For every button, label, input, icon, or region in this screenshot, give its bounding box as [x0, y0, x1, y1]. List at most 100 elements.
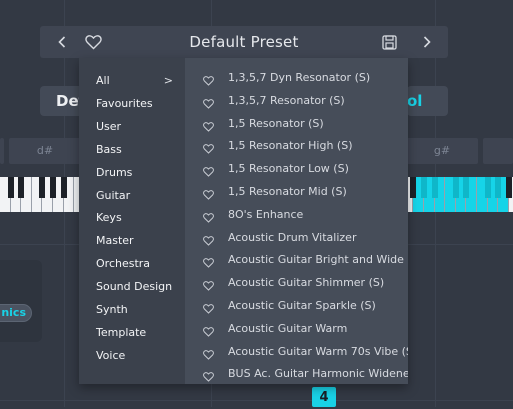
preset-item[interactable]: 1,5 Resonator High (S) [185, 136, 395, 156]
heart-icon[interactable] [203, 347, 214, 360]
heart-icon[interactable] [203, 210, 214, 223]
key-label-cell: d# [9, 138, 81, 164]
preset-label: 1,5 Resonator Low (S) [228, 162, 349, 176]
category-label: Orchestra [96, 257, 151, 271]
category-label: Template [96, 325, 147, 339]
preset-label: 1,5 Resonator High (S) [228, 139, 353, 153]
preset-item[interactable]: Acoustic Guitar Shimmer (S) [185, 273, 395, 293]
heart-icon[interactable] [203, 96, 214, 109]
preset-item[interactable]: 1,3,5,7 Dyn Resonator (S) [185, 68, 395, 88]
heart-icon[interactable] [203, 187, 214, 200]
preset-item[interactable]: 1,5 Resonator (S) [185, 114, 395, 134]
side-panel [0, 260, 42, 342]
chevron-right-icon: > [163, 74, 173, 87]
category-item[interactable]: Template [96, 323, 181, 343]
category-label: Drums [96, 165, 133, 179]
key-label-cell [0, 138, 4, 164]
piano-black-key[interactable] [495, 177, 502, 198]
preset-item[interactable]: 1,3,5,7 Resonator (S) [185, 91, 395, 111]
piano-black-key[interactable] [505, 177, 512, 198]
piano-black-key[interactable] [431, 177, 438, 198]
preset-dropdown: All > Favourites User Bass Drums Guitar Keys Mas… [79, 58, 408, 384]
heart-icon[interactable] [203, 73, 214, 86]
category-item[interactable]: Orchestra [96, 254, 181, 274]
preset-label: 8O's Enhance [228, 207, 304, 221]
heart-icon[interactable] [203, 255, 214, 269]
preset-item[interactable]: 1,5 Resonator Mid (S) [185, 182, 395, 202]
number-badge: 4 [312, 387, 336, 407]
category-item[interactable]: Guitar [96, 186, 181, 206]
piano-black-key[interactable] [50, 177, 56, 198]
category-label: Voice [96, 348, 126, 362]
piano-black-key[interactable] [484, 177, 491, 198]
preset-item[interactable]: Acoustic Guitar Warm [185, 319, 395, 339]
piano-black-key[interactable] [410, 177, 417, 198]
preset-label: 1,5 Resonator Mid (S) [228, 185, 347, 198]
piano-black-key[interactable] [452, 177, 459, 198]
piano-black-key[interactable] [421, 177, 427, 198]
category-item[interactable]: Drums [96, 163, 181, 183]
heart-icon[interactable] [203, 369, 214, 383]
preset-label: 1,3,5,7 Dyn Resonator (S) [228, 71, 371, 84]
key-label: d# [36, 144, 54, 157]
category-item[interactable]: Master [96, 231, 181, 251]
mode-pill-label: nics [1, 306, 26, 319]
category-item[interactable]: Keys [96, 208, 181, 228]
preset-label: Acoustic Guitar Warm [228, 321, 348, 335]
heart-icon[interactable] [203, 301, 214, 314]
preset-item[interactable]: Acoustic Guitar Sparkle (S) [185, 296, 395, 316]
category-item[interactable]: Sound Design [96, 277, 181, 297]
key-label: g# [433, 144, 451, 157]
preset-label: BUS Ac. Guitar Harmonic Widener (S) [228, 367, 408, 381]
piano-black-key[interactable] [7, 177, 14, 198]
category-label: Sound Design [96, 280, 173, 294]
category-item[interactable]: All > [96, 71, 181, 91]
preset-item[interactable]: 1,5 Resonator Low (S) [185, 159, 395, 179]
category-label: User [96, 119, 122, 133]
preset-item[interactable]: Acoustic Guitar Warm 70s Vibe (S) [185, 342, 408, 362]
preset-bar: Default Preset [40, 26, 448, 58]
category-list: All > Favourites User Bass Drums Guitar Keys Mas… [79, 58, 185, 384]
category-item[interactable]: Favourites [96, 94, 181, 114]
key-label-cell [483, 138, 513, 164]
preset-item[interactable]: BUS Ac. Guitar Harmonic Widener (S) [185, 364, 408, 384]
heart-icon[interactable] [203, 141, 214, 155]
preset-label: Acoustic Guitar Bright and Wide [228, 253, 404, 267]
background-tab-right-label: ol [407, 92, 423, 110]
category-item[interactable]: Voice [96, 346, 181, 366]
chevron-right-icon[interactable] [419, 26, 435, 58]
piano-black-key[interactable] [60, 177, 67, 198]
preset-item[interactable]: 8O's Enhance [185, 205, 395, 225]
category-label: Bass [96, 142, 122, 156]
heart-icon[interactable] [203, 278, 214, 291]
heart-icon[interactable] [203, 233, 214, 246]
preset-label: Acoustic Guitar Shimmer (S) [228, 276, 385, 290]
heart-icon[interactable] [203, 119, 214, 132]
key-label-cell: g# [406, 138, 478, 164]
category-label: All [96, 74, 110, 87]
category-item[interactable]: Synth [96, 300, 181, 320]
category-label: Favourites [96, 96, 153, 110]
preset-label: Acoustic Guitar Warm 70s Vibe (S) [228, 344, 408, 358]
category-label: Guitar [96, 188, 131, 202]
piano-black-key[interactable] [463, 177, 470, 198]
background-tab-right[interactable]: ol [407, 86, 448, 116]
preset-label: Acoustic Drum Vitalizer [228, 230, 357, 244]
category-label: Master [96, 234, 134, 248]
preset-label: 1,3,5,7 Resonator (S) [228, 93, 345, 107]
category-label: Synth [96, 303, 128, 316]
save-icon[interactable] [380, 26, 398, 58]
grid-line [0, 400, 513, 401]
preset-item[interactable]: Acoustic Drum Vitalizer [185, 228, 395, 248]
category-item[interactable]: Bass [96, 140, 181, 160]
heart-icon[interactable] [203, 324, 214, 337]
piano-black-key[interactable] [18, 177, 25, 198]
heart-icon[interactable] [203, 164, 214, 177]
category-label: Keys [96, 211, 122, 225]
preset-item[interactable]: Acoustic Guitar Bright and Wide [185, 250, 404, 270]
category-item[interactable]: User [96, 117, 181, 137]
preset-label: 1,5 Resonator (S) [228, 116, 324, 130]
preset-list[interactable]: 1,3,5,7 Dyn Resonator (S) 1,3,5,7 Resonat… [185, 58, 408, 384]
piano-black-key[interactable] [39, 177, 46, 198]
mode-pill[interactable]: nics [0, 304, 32, 322]
